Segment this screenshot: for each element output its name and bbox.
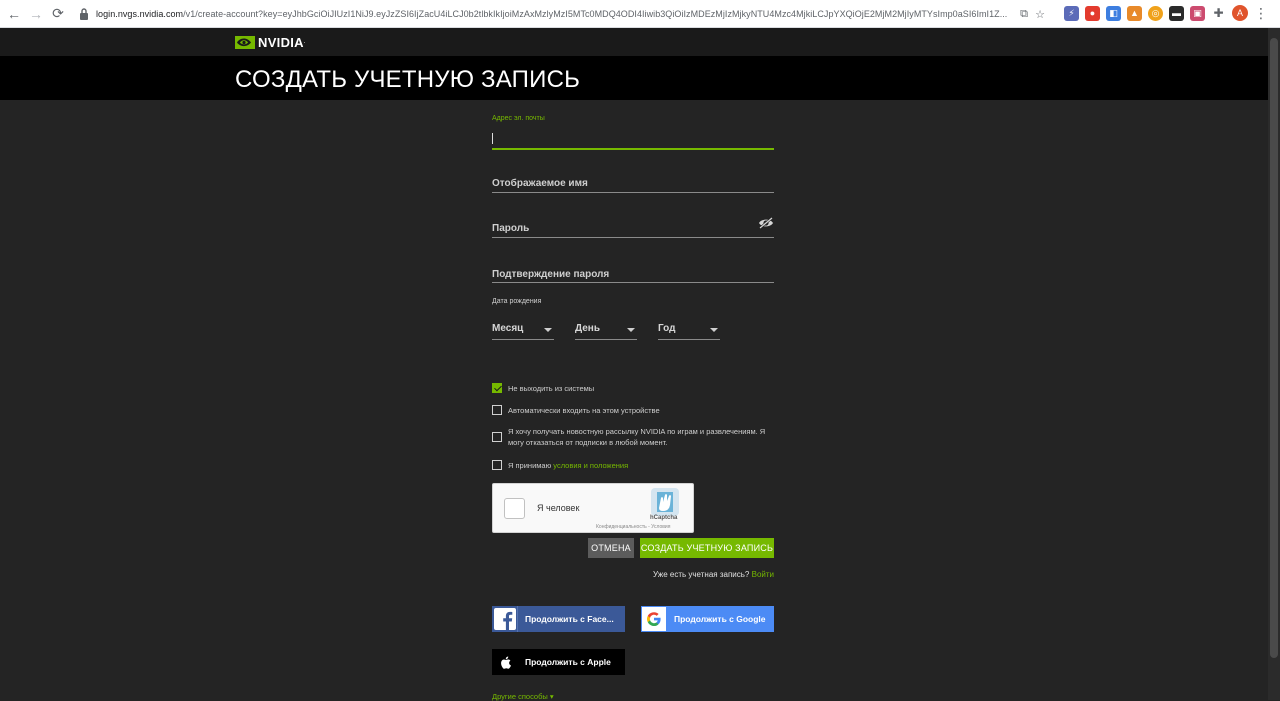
hcaptcha-widget: Я человек hCaptcha Конфиденциальность - … bbox=[492, 483, 694, 533]
chevron-down-icon bbox=[627, 328, 635, 332]
extension-icon-6[interactable]: ▬ bbox=[1169, 5, 1184, 21]
page: NVIDIA. СОЗДАТЬ УЧЕТНУЮ ЗАПИСЬ Адрес эл.… bbox=[0, 28, 1268, 701]
url-text: login.nvgs.nvidia.com/v1/create-account?… bbox=[96, 9, 1016, 19]
login-link[interactable]: Войти bbox=[752, 570, 774, 579]
auto-login-checkbox[interactable] bbox=[492, 405, 502, 415]
display-name-label: Отображаемое имя bbox=[492, 178, 588, 189]
email-label: Адрес эл. почты bbox=[492, 115, 545, 122]
create-account-button[interactable]: СОЗДАТЬ УЧЕТНУЮ ЗАПИСЬ bbox=[640, 538, 774, 558]
google-label: Продолжить с Google bbox=[674, 614, 766, 624]
display-name-underline bbox=[492, 192, 774, 193]
password-field[interactable]: Пароль bbox=[492, 219, 774, 239]
email-field[interactable] bbox=[492, 126, 774, 148]
captcha-brand: hCaptcha bbox=[650, 515, 678, 521]
month-select-value: Месяц bbox=[492, 323, 524, 334]
facebook-icon bbox=[492, 606, 518, 632]
newsletter-label: Я хочу получать новостную рассылку NVIDI… bbox=[508, 427, 766, 447]
stay-signed-in-label: Не выходить из системы bbox=[508, 384, 595, 393]
extension-icon-5[interactable]: ◎ bbox=[1148, 5, 1163, 21]
confirm-password-underline bbox=[492, 282, 774, 283]
logo-text: NVIDIA bbox=[258, 34, 304, 50]
month-select[interactable]: Месяц bbox=[492, 320, 554, 340]
address-bar[interactable]: login.nvgs.nvidia.com/v1/create-account?… bbox=[70, 3, 1060, 25]
eye-off-icon[interactable] bbox=[758, 217, 774, 229]
terms-label: Я принимаю условия и положения bbox=[508, 460, 628, 471]
terms-link[interactable]: условия и положения bbox=[553, 461, 628, 470]
auto-login-label: Автоматически входить на этом устройстве bbox=[508, 406, 660, 415]
title-band: СОЗДАТЬ УЧЕТНУЮ ЗАПИСЬ bbox=[0, 56, 1268, 100]
day-select[interactable]: День bbox=[575, 320, 637, 340]
extension-icon-2[interactable]: ● bbox=[1085, 5, 1100, 21]
text-caret bbox=[492, 133, 493, 144]
url-path: /v1/create-account?key=eyJhbGciOiJIUzI1N… bbox=[183, 9, 1008, 19]
apple-login-button[interactable]: Продолжить с Apple bbox=[492, 649, 625, 675]
back-icon[interactable]: ← bbox=[3, 3, 25, 25]
captcha-links[interactable]: Конфиденциальность - Условия bbox=[596, 524, 670, 530]
metamask-icon[interactable]: ▲ bbox=[1127, 5, 1142, 21]
cancel-button[interactable]: ОТМЕНА bbox=[588, 538, 634, 558]
apple-icon bbox=[492, 649, 518, 675]
stay-signed-in-row[interactable]: Не выходить из системы bbox=[492, 383, 594, 394]
bookmark-star-icon[interactable]: ☆ bbox=[1032, 6, 1048, 22]
page-scrollbar[interactable] bbox=[1268, 28, 1280, 700]
reload-icon[interactable]: ⟳ bbox=[47, 3, 69, 25]
month-underline bbox=[492, 339, 554, 340]
terms-checkbox[interactable] bbox=[492, 460, 502, 470]
extension-icon-3[interactable]: ◧ bbox=[1106, 5, 1121, 21]
year-underline bbox=[658, 339, 720, 340]
extensions-area: ⚡ ● ◧ ▲ ◎ ▬ ▣ ✚ A ⋮ bbox=[1064, 5, 1268, 21]
password-underline bbox=[492, 237, 774, 238]
terms-row[interactable]: Я принимаю условия и положения bbox=[492, 460, 628, 471]
site-header: NVIDIA. bbox=[0, 28, 1268, 56]
day-select-value: День bbox=[575, 323, 600, 334]
newsletter-checkbox[interactable] bbox=[492, 432, 502, 442]
stay-signed-in-checkbox[interactable] bbox=[492, 383, 502, 393]
newsletter-row[interactable]: Я хочу получать новостную рассылку NVIDI… bbox=[492, 426, 774, 448]
lock-icon bbox=[80, 8, 88, 20]
profile-avatar[interactable]: A bbox=[1232, 5, 1248, 21]
apple-label: Продолжить с Apple bbox=[525, 657, 611, 667]
google-login-button[interactable]: Продолжить с Google bbox=[641, 606, 774, 632]
url-host: login.nvgs.nvidia.com bbox=[96, 9, 184, 19]
chevron-down-icon bbox=[710, 328, 718, 332]
kebab-menu-icon[interactable]: ⋮ bbox=[1254, 6, 1268, 20]
browser-toolbar: ← → ⟳ login.nvgs.nvidia.com/v1/create-ac… bbox=[0, 0, 1280, 28]
password-label: Пароль bbox=[492, 223, 530, 234]
extension-icon-1[interactable]: ⚡ bbox=[1064, 5, 1079, 21]
captcha-text: Я человек bbox=[537, 503, 580, 513]
nvidia-logo[interactable]: NVIDIA. bbox=[235, 34, 306, 50]
scrollbar-thumb[interactable] bbox=[1270, 38, 1278, 658]
facebook-login-button[interactable]: Продолжить с Face... bbox=[492, 606, 625, 632]
page-title: СОЗДАТЬ УЧЕТНУЮ ЗАПИСЬ bbox=[235, 66, 581, 93]
forward-icon[interactable]: → bbox=[25, 3, 47, 25]
terms-prefix: Я принимаю bbox=[508, 461, 554, 470]
have-account-text: Уже есть учетная запись? Войти bbox=[653, 570, 774, 579]
captcha-checkbox[interactable] bbox=[504, 498, 525, 519]
translate-icon[interactable]: ⧉ bbox=[1016, 6, 1032, 22]
email-underline bbox=[492, 148, 774, 150]
confirm-password-label: Подтверждение пароля bbox=[492, 269, 610, 280]
auto-login-row[interactable]: Автоматически входить на этом устройстве bbox=[492, 405, 660, 416]
year-select[interactable]: Год bbox=[658, 320, 720, 340]
day-underline bbox=[575, 339, 637, 340]
logo-trademark: . bbox=[303, 39, 306, 45]
puzzle-icon[interactable]: ✚ bbox=[1211, 6, 1226, 21]
display-name-field[interactable]: Отображаемое имя bbox=[492, 174, 774, 194]
facebook-label: Продолжить с Face... bbox=[525, 614, 614, 624]
dob-label: Дата рождения bbox=[492, 298, 542, 305]
chevron-down-icon bbox=[544, 328, 552, 332]
google-icon bbox=[642, 607, 666, 631]
year-select-value: Год bbox=[658, 323, 676, 334]
have-account-label: Уже есть учетная запись? bbox=[653, 570, 750, 579]
extension-icon-7[interactable]: ▣ bbox=[1190, 5, 1205, 21]
nvidia-eye-icon bbox=[235, 35, 255, 49]
hcaptcha-logo-icon bbox=[651, 488, 679, 516]
